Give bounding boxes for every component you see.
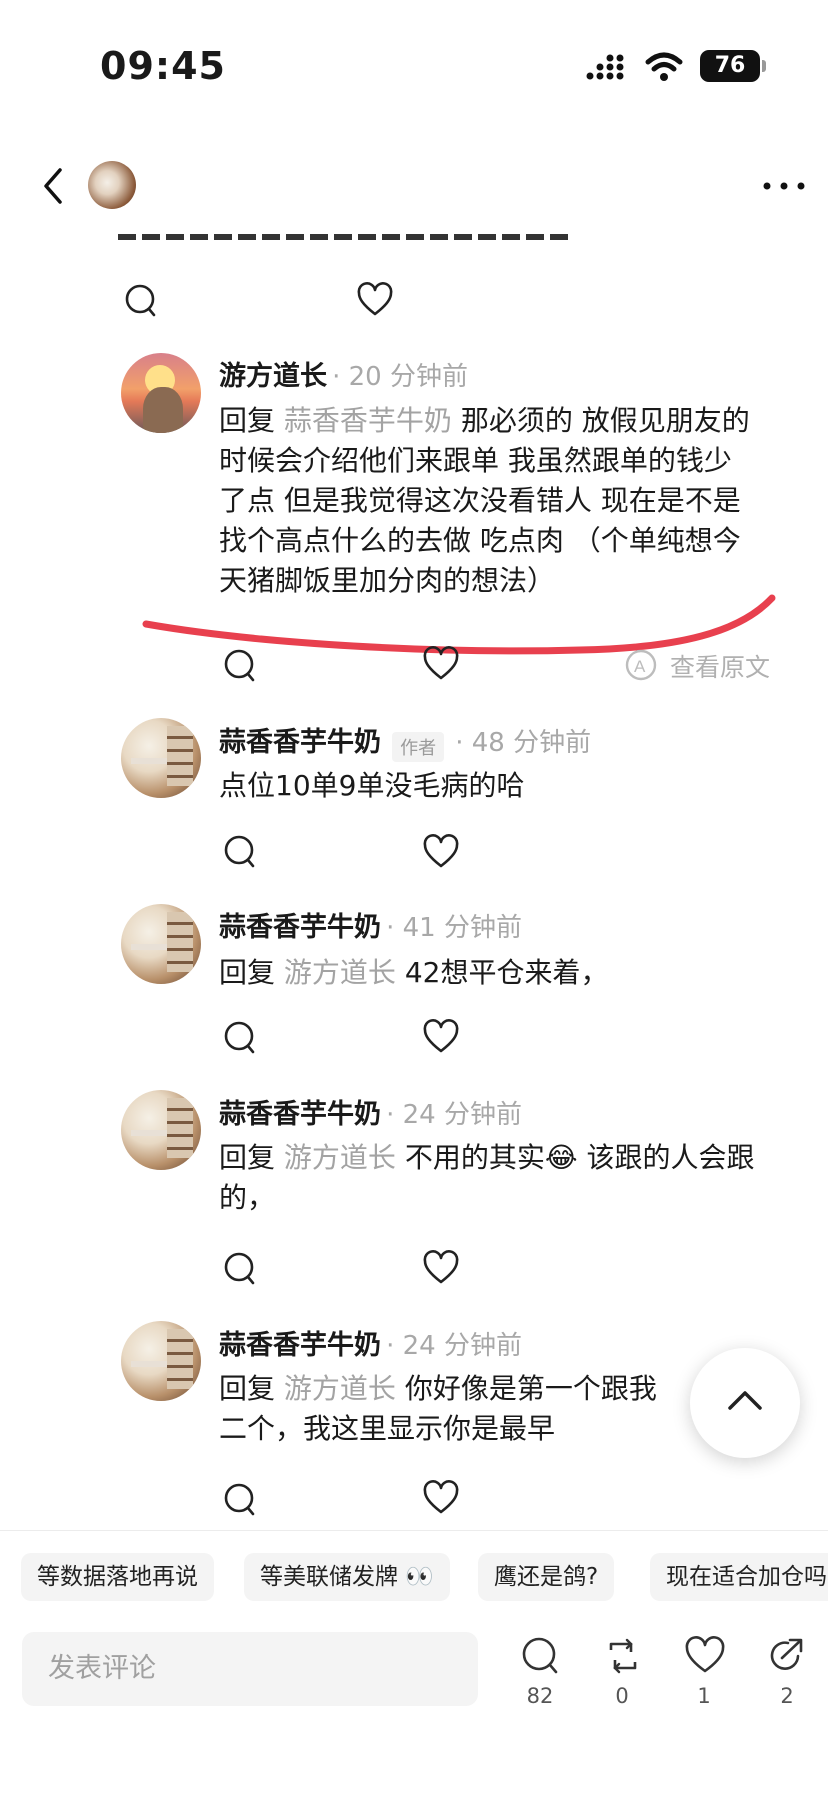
comment-text: 回复 游方道长 你好像是第一个跟我 二个，我这里显示你是最早: [219, 1369, 699, 1449]
translate-link[interactable]: 查看原文: [670, 648, 770, 684]
comment-line: 了点 但是我觉得这次没看错人 现在是不是: [219, 484, 741, 517]
like-icon[interactable]: [422, 1019, 460, 1055]
like-count: 1: [697, 1684, 711, 1708]
avatar[interactable]: [121, 1090, 201, 1170]
reply-prefix: 回复: [219, 1141, 276, 1174]
comment-time: · 20 分钟前: [332, 362, 468, 392]
username[interactable]: 蒜香香芋牛奶: [219, 727, 381, 758]
suggestion-chip[interactable]: 等数据落地再说: [21, 1553, 214, 1601]
like-icon[interactable]: [684, 1636, 726, 1676]
comment-time: · 41 分钟前: [386, 913, 522, 943]
chevron-up-icon: [728, 1391, 762, 1410]
comment-line: 的，: [219, 1181, 276, 1214]
comment-header: 蒜香香芋牛奶 · 24 分钟前: [219, 1323, 522, 1362]
suggestion-chip[interactable]: 现在适合加仓吗: [650, 1553, 828, 1601]
reply-target[interactable]: 游方道长: [284, 1141, 396, 1174]
status-time: 09:45: [100, 44, 226, 88]
comment-body: 42想平仓来着，: [404, 956, 609, 989]
repost-icon[interactable]: [603, 1636, 643, 1676]
battery-indicator: 76: [700, 50, 760, 82]
comment-body: 你好像是第一个跟我: [404, 1372, 657, 1405]
comment-body: 不用的其实😂 该跟的人会跟: [404, 1141, 755, 1174]
reply-icon[interactable]: [222, 1020, 258, 1056]
reply-prefix: 回复: [219, 1372, 276, 1405]
like-icon[interactable]: [356, 282, 394, 318]
reply-target[interactable]: 蒜香香芋牛奶: [284, 404, 452, 437]
like-icon[interactable]: [422, 834, 460, 870]
username[interactable]: 蒜香香芋牛奶: [219, 1099, 381, 1130]
comment-text: 回复 游方道长 42想平仓来着，: [219, 953, 608, 993]
avatar[interactable]: [121, 353, 201, 433]
username[interactable]: 蒜香香芋牛奶: [219, 1330, 381, 1361]
battery-tip: [762, 60, 766, 72]
username[interactable]: 游方道长: [219, 361, 327, 392]
like-icon[interactable]: [422, 1250, 460, 1286]
comment-line: 那必须的 放假见朋友的: [460, 404, 750, 437]
more-icon[interactable]: [762, 180, 806, 192]
header-avatar[interactable]: [88, 161, 136, 209]
comment-header: 蒜香香芋牛奶 作者 · 48 分钟前: [219, 720, 591, 762]
translate-icon[interactable]: A: [624, 648, 660, 682]
comment-header: 蒜香香芋牛奶 · 41 分钟前: [219, 905, 522, 944]
like-icon[interactable]: [422, 646, 460, 682]
comment-header: 游方道长 · 20 分钟前: [219, 354, 468, 393]
comment-line: 找个高点什么的去做 吃点肉 （个单纯想今: [219, 524, 741, 557]
comment-line: 二个，我这里显示你是最早: [219, 1412, 556, 1445]
comment-header: 蒜香香芋牛奶 · 24 分钟前: [219, 1092, 522, 1131]
suggestion-chip[interactable]: 鹰还是鸽?: [478, 1553, 615, 1601]
share-icon[interactable]: [768, 1636, 808, 1676]
suggestion-chip[interactable]: 等美联储发牌 👀: [244, 1553, 450, 1601]
reply-target[interactable]: 游方道长: [284, 1372, 396, 1405]
share-count: 2: [780, 1684, 794, 1708]
author-badge: 作者: [392, 731, 445, 762]
like-icon[interactable]: [422, 1480, 460, 1516]
comment-text: 回复 蒜香香芋牛奶 那必须的 放假见朋友的 时候会介绍他们来跟单 我虽然跟单的钱…: [219, 401, 809, 601]
reply-icon[interactable]: [222, 648, 258, 684]
comment-line: 时候会介绍他们来跟单 我虽然跟单的钱少: [219, 444, 732, 477]
clipped-text-fragment: [118, 230, 568, 242]
reply-prefix: 回复: [219, 956, 276, 989]
avatar[interactable]: [121, 1321, 201, 1401]
reply-icon[interactable]: [222, 834, 258, 870]
username[interactable]: 蒜香香芋牛奶: [219, 912, 381, 943]
reply-icon[interactable]: [123, 283, 159, 319]
divider: [0, 1530, 828, 1531]
avatar[interactable]: [121, 904, 201, 984]
comment-time: · 24 分钟前: [386, 1331, 522, 1361]
repost-count: 0: [615, 1684, 629, 1708]
comment-count: 82: [526, 1684, 554, 1708]
reply-icon[interactable]: [222, 1251, 258, 1287]
comment-time: · 24 分钟前: [386, 1100, 522, 1130]
comment-text: 点位10单9单没毛病的哈: [219, 769, 525, 802]
reply-target[interactable]: 游方道长: [284, 956, 396, 989]
comment-time: · 48 分钟前: [455, 728, 592, 758]
back-icon[interactable]: [40, 166, 68, 206]
reply-prefix: 回复: [219, 404, 276, 437]
avatar[interactable]: [121, 718, 201, 798]
wifi-icon: [645, 52, 683, 81]
scroll-top-button[interactable]: [690, 1348, 800, 1458]
reply-icon[interactable]: [222, 1482, 258, 1518]
comment-input[interactable]: 发表评论: [22, 1632, 478, 1706]
comment-text: 回复 游方道长 不用的其实😂 该跟的人会跟 的，: [219, 1138, 809, 1218]
svg-text:A: A: [634, 657, 646, 676]
comment-icon[interactable]: [520, 1636, 560, 1676]
signal-icon: [586, 54, 624, 80]
